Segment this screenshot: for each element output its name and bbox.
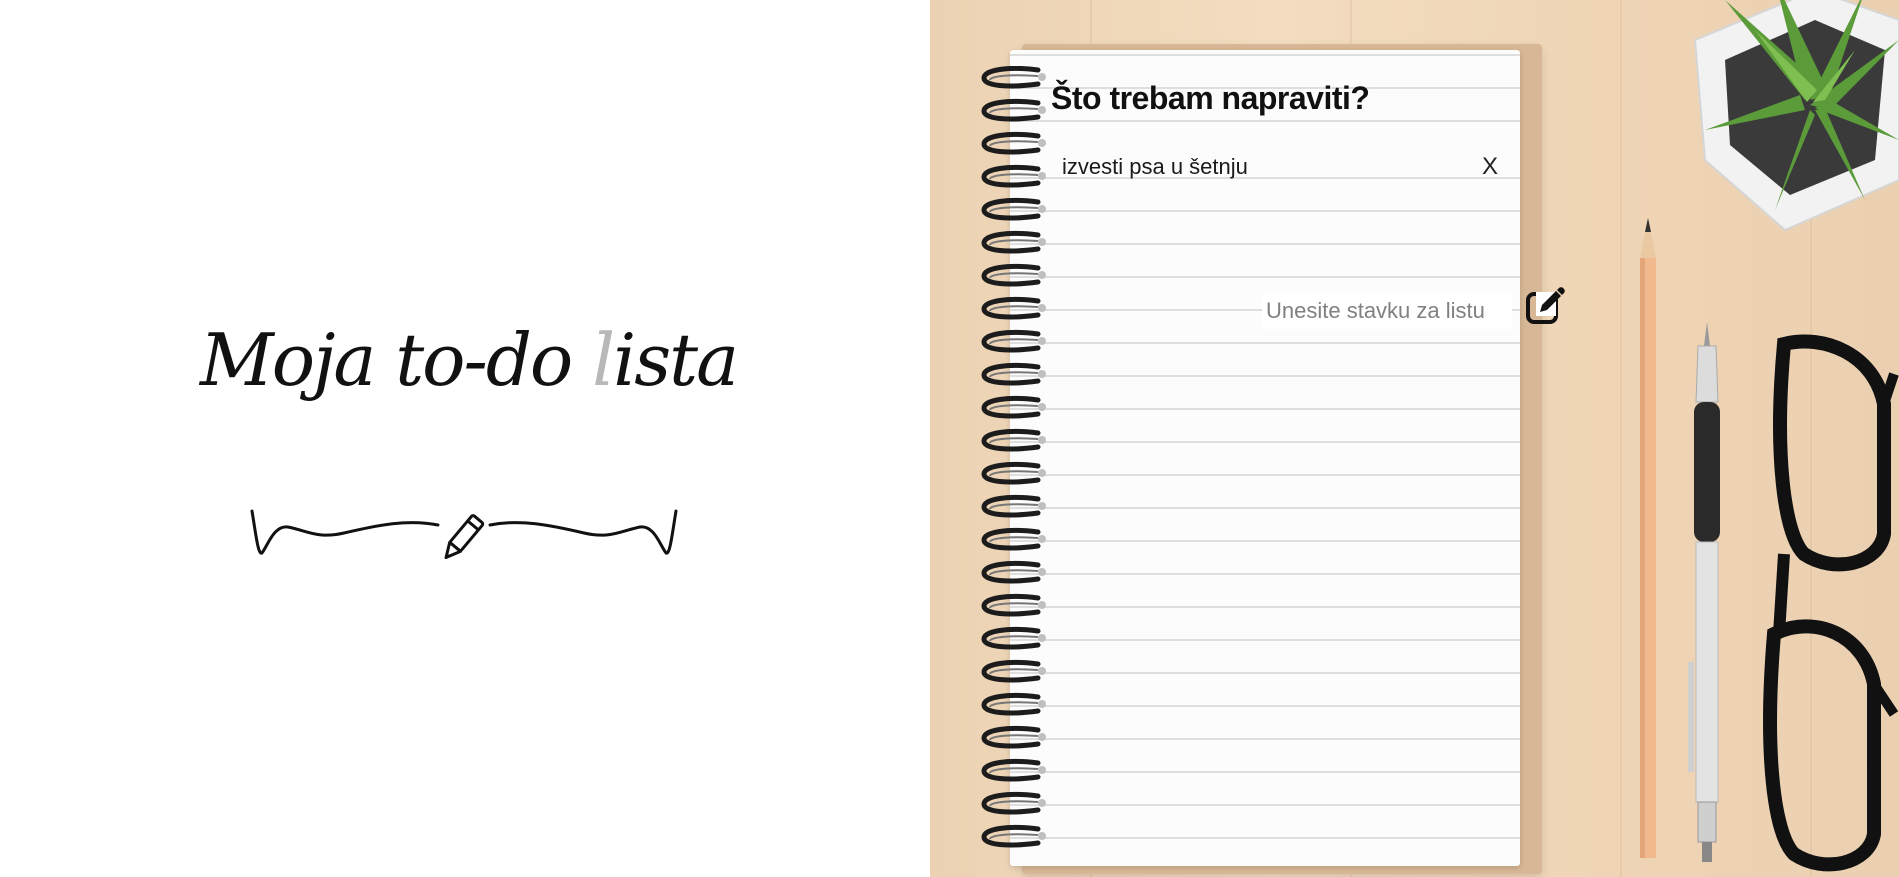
list-heading: Što trebam napraviti? [1051, 80, 1370, 116]
glasses-decoration [1763, 334, 1899, 872]
app-title-main: Moja to-do [200, 318, 593, 402]
plant-decoration [1693, 0, 1899, 232]
notebook-spiral [981, 66, 1050, 856]
list-item-text: izvesti psa u šetnju [1062, 154, 1248, 179]
app-title: Moja to-do lista [200, 318, 739, 402]
list-item: izvesti psa u šetnju X [1062, 150, 1502, 184]
pen-decoration [1688, 322, 1720, 862]
page: Moja to-do lista Što trebam napraviti? i… [0, 0, 1899, 877]
todo-panel: Što trebam napraviti? izvesti psa u šetn… [930, 0, 1899, 877]
delete-item-button[interactable]: X [1478, 153, 1502, 181]
app-title-end: ista [613, 318, 739, 402]
app-title-accent: l [592, 318, 615, 402]
pencil-flourish-icon [250, 509, 678, 560]
pencil-decoration [1640, 218, 1656, 858]
edit-square-icon[interactable] [1524, 286, 1566, 328]
new-item-input[interactable] [1262, 293, 1512, 329]
branding-panel: Moja to-do lista [0, 0, 930, 877]
